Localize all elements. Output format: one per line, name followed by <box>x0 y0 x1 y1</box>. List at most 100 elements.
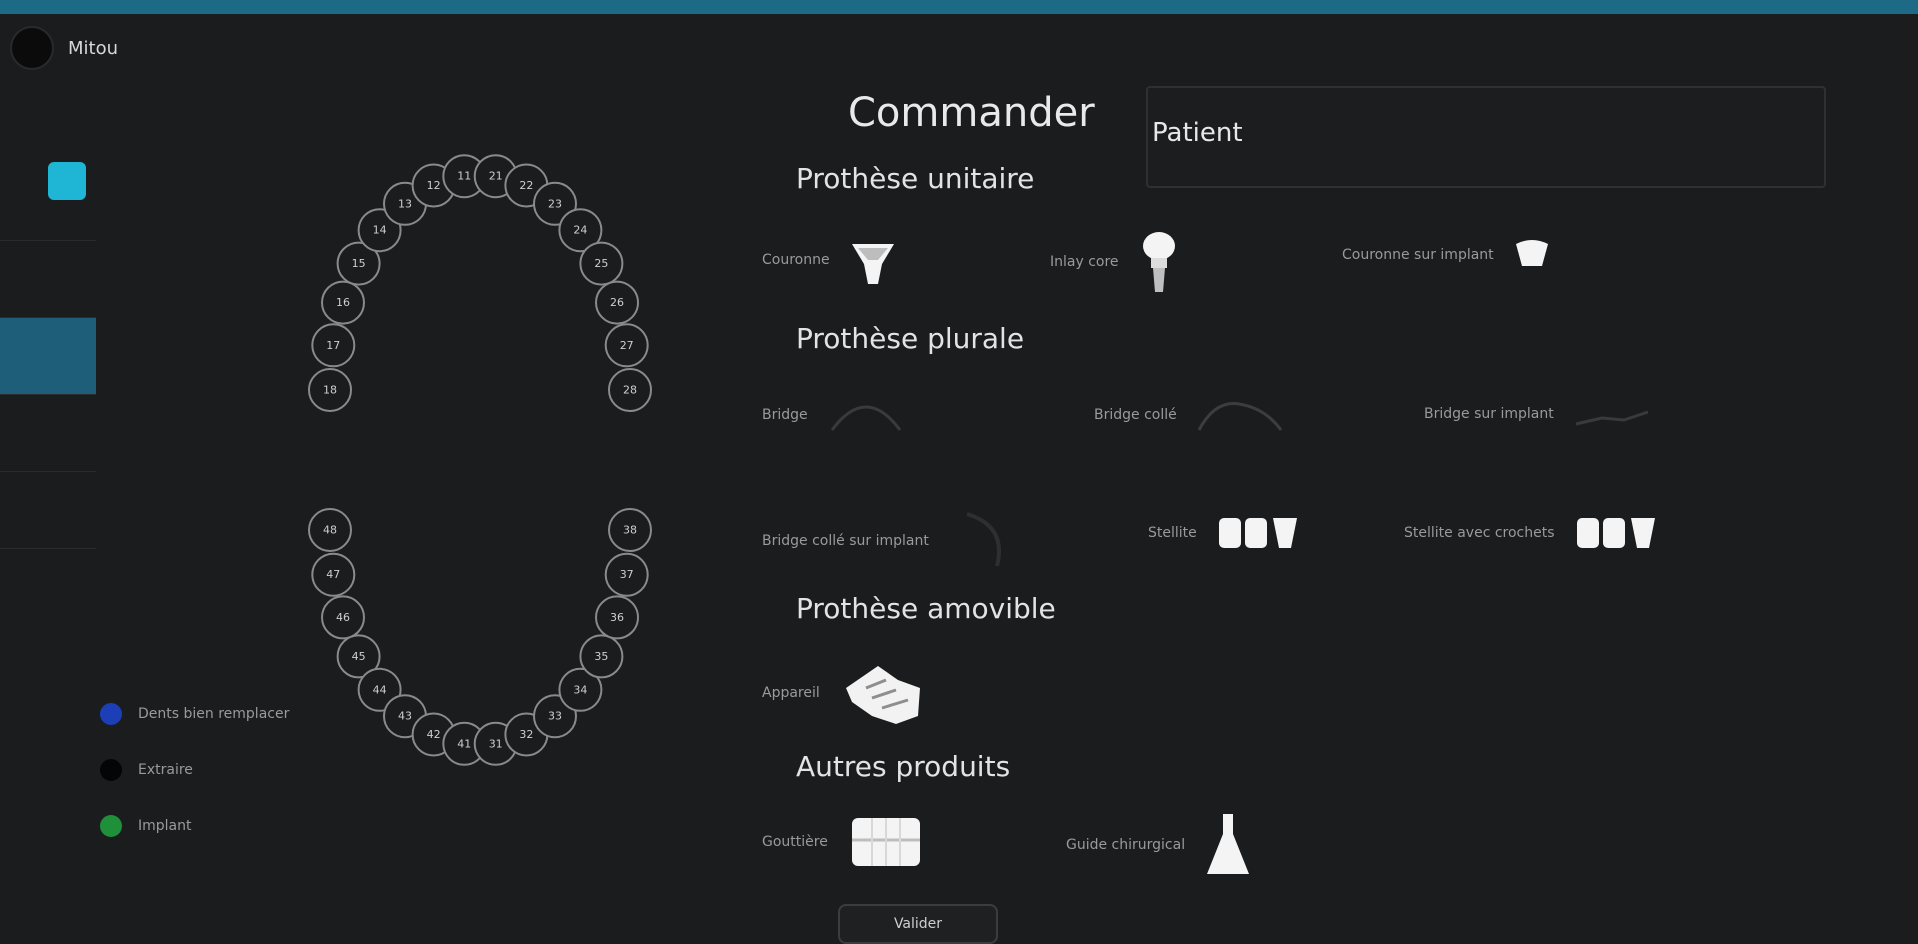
validate-button[interactable]: Valider <box>838 904 998 944</box>
tooth-number: 35 <box>594 650 608 663</box>
product-inlay-core[interactable]: Inlay core <box>1050 230 1181 294</box>
tooth[interactable]: 37 <box>604 552 649 597</box>
product-bridge-colle[interactable]: Bridge collé <box>1094 390 1285 440</box>
tooth-number: 16 <box>336 296 350 309</box>
tooth-number: 14 <box>373 224 387 237</box>
product-label: Bridge collé sur implant <box>762 533 929 549</box>
tooth[interactable]: 18 <box>308 368 352 412</box>
tooth-number: 34 <box>573 683 587 696</box>
bridge-curve-icon <box>966 512 1001 567</box>
tooth-number: 45 <box>352 650 366 663</box>
sidebar-item-4[interactable] <box>0 395 96 472</box>
tooth[interactable]: 47 <box>311 552 356 597</box>
product-label: Bridge sur implant <box>1424 406 1554 422</box>
product-label: Inlay core <box>1050 254 1119 270</box>
product-label: Stellite avec crochets <box>1404 525 1555 541</box>
product-label: Bridge <box>762 407 808 423</box>
product-bridge-colle-implant[interactable]: Bridge collé sur implant <box>762 506 1017 576</box>
implant-tooth-icon <box>1142 232 1175 292</box>
legend-label: Implant <box>138 818 192 834</box>
product-stellite[interactable]: Stellite <box>1148 510 1301 556</box>
sidebar-chip-icon <box>48 162 86 200</box>
bridge-flat-icon <box>1575 410 1649 426</box>
tooth-number: 44 <box>373 683 387 696</box>
tooth-number: 28 <box>623 384 637 397</box>
patient-field[interactable]: Patient <box>1146 86 1826 188</box>
tooth[interactable]: 16 <box>321 280 365 325</box>
top-accent-bar <box>0 0 1918 14</box>
tooth-number: 36 <box>610 611 624 624</box>
product-couronne-implant[interactable]: Couronne sur implant <box>1342 238 1552 272</box>
tooth-number: 43 <box>398 710 412 723</box>
app-name: Mitou <box>68 37 119 59</box>
legend-dot-icon <box>100 815 122 837</box>
patient-value: Patient <box>1152 118 1243 148</box>
tooth[interactable]: 38 <box>608 508 652 552</box>
tooth-number: 41 <box>457 737 471 750</box>
sidebar-item-5[interactable] <box>0 472 96 549</box>
tooth-number: 38 <box>623 524 637 537</box>
tooth[interactable]: 35 <box>579 634 624 679</box>
page-title: Commander <box>848 90 1095 136</box>
product-label: Gouttière <box>762 834 828 850</box>
dental-chart: 18 17 16 15 14 13 12 11 21 22 23 24 25 26 27 28 48 47 46 45… <box>308 154 652 766</box>
legend-dot-icon <box>100 759 122 781</box>
tooth-number: 48 <box>323 524 337 537</box>
tooth[interactable]: 28 <box>608 368 652 412</box>
app-logo <box>10 26 54 70</box>
tooth-number: 15 <box>352 257 366 270</box>
product-guide-chirurgical[interactable]: Guide chirurgical <box>1066 810 1253 880</box>
tooth-number: 11 <box>457 170 471 183</box>
tooth-number: 17 <box>326 339 340 352</box>
bridge-wave-icon <box>1197 402 1282 431</box>
sidebar-item-2[interactable] <box>0 241 96 318</box>
multi-tooth-icon <box>1576 518 1655 548</box>
tooth[interactable]: 36 <box>595 595 639 640</box>
product-label: Stellite <box>1148 525 1197 541</box>
tooth[interactable]: 48 <box>308 508 352 552</box>
tooth[interactable]: 46 <box>321 595 365 640</box>
sidebar-item-3[interactable] <box>0 318 96 395</box>
tooth-number: 12 <box>427 179 441 192</box>
multi-tooth-icon <box>1218 518 1297 548</box>
section-title-plurale: Prothèse plurale <box>796 322 1025 355</box>
small-crown-icon <box>1515 240 1548 266</box>
flask-icon <box>1207 814 1250 874</box>
product-bridge[interactable]: Bridge <box>762 390 906 440</box>
product-label: Couronne sur implant <box>1342 247 1494 263</box>
product-stellite-crochets[interactable]: Stellite avec crochets <box>1404 510 1659 556</box>
tooth[interactable]: 26 <box>595 280 639 325</box>
legend-item: Dents bien remplacer <box>100 686 289 742</box>
product-couronne[interactable]: Couronne <box>762 234 898 286</box>
product-label: Guide chirurgical <box>1066 837 1186 853</box>
tooth[interactable]: 17 <box>311 323 356 368</box>
aligner-icon <box>851 818 920 866</box>
order-panel: Commander Patient Prothèse unitaire Cour… <box>740 70 1880 944</box>
tooth-number: 37 <box>620 568 634 581</box>
product-label: Couronne <box>762 252 830 268</box>
tooth-number: 33 <box>548 710 562 723</box>
tooth[interactable]: 25 <box>579 241 624 286</box>
sidebar-item-1[interactable] <box>0 150 96 241</box>
tooth-number: 21 <box>489 170 503 183</box>
section-title-amovible: Prothèse amovible <box>796 592 1056 625</box>
sidebar-nav <box>0 150 96 549</box>
tooth-number: 23 <box>548 197 562 210</box>
brand[interactable]: Mitou <box>10 26 118 70</box>
product-gouttiere[interactable]: Gouttière <box>762 810 926 874</box>
tooth-number: 47 <box>326 568 340 581</box>
tooth-number: 18 <box>323 384 337 397</box>
legend-item: Extraire <box>100 742 289 798</box>
tooth-number: 26 <box>610 296 624 309</box>
product-bridge-implant[interactable]: Bridge sur implant <box>1424 394 1652 434</box>
tooth[interactable]: 27 <box>604 323 649 368</box>
legend-label: Extraire <box>138 762 193 778</box>
legend-item: Implant <box>100 798 289 854</box>
tooth-number: 22 <box>519 179 533 192</box>
product-label: Bridge collé <box>1094 407 1177 423</box>
product-appareil[interactable]: Appareil <box>762 658 928 728</box>
legend-label: Dents bien remplacer <box>138 706 290 722</box>
tooth-number: 24 <box>573 224 587 237</box>
tooth-number: 31 <box>489 737 503 750</box>
section-title-autres: Autres produits <box>796 750 1011 783</box>
